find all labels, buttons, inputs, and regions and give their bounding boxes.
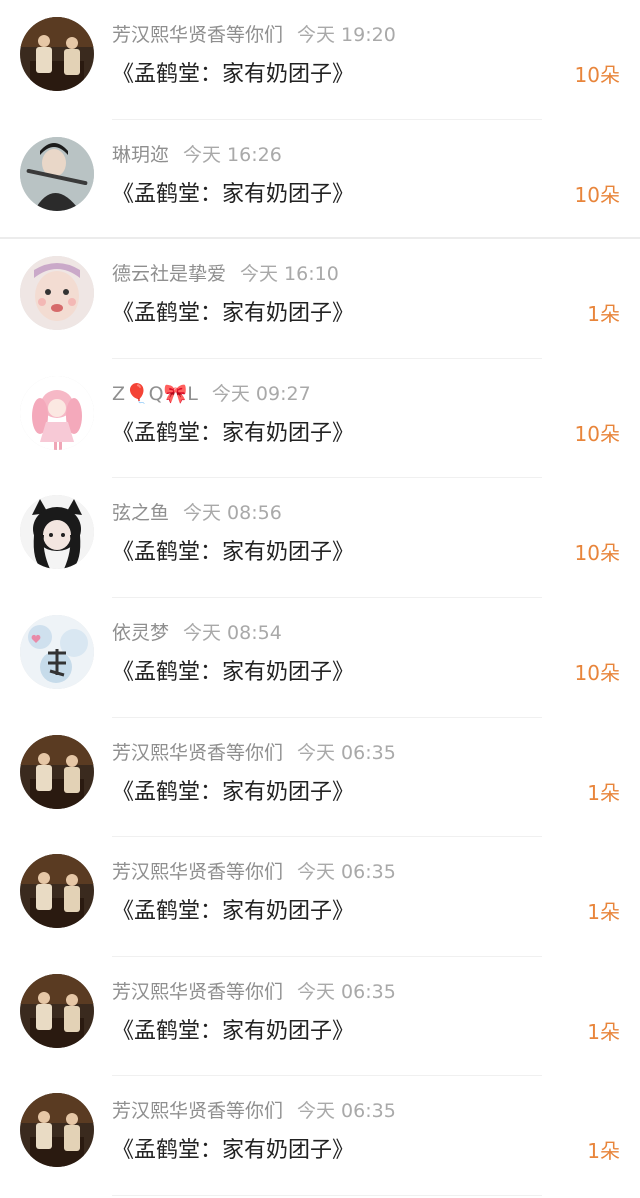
list-item[interactable]: 芳汉熙华贤香等你们 今天 06:35 《孟鹤堂：家有奶团子》 1朵 bbox=[0, 1076, 640, 1196]
avatar-dream-icon[interactable] bbox=[20, 614, 94, 689]
list-item[interactable]: Z🎈Q🎀L 今天 09:27 《孟鹤堂：家有奶团子》 10朵 bbox=[0, 359, 640, 479]
user-name[interactable]: 芳汉熙华贤香等你们 bbox=[112, 1100, 283, 1122]
user-meta: 芳汉熙华贤香等你们 今天 06:35 bbox=[112, 977, 396, 1007]
flower-count: 10朵 bbox=[574, 63, 620, 87]
flower-count: 10朵 bbox=[574, 421, 620, 446]
flower-count: 1朵 bbox=[587, 1019, 620, 1044]
timestamp: 今天 16:10 bbox=[240, 263, 339, 286]
avatar-pink-girl-icon[interactable] bbox=[20, 375, 94, 450]
flower-count: 1朵 bbox=[587, 780, 620, 805]
work-title[interactable]: 《孟鹤堂：家有奶团子》 bbox=[112, 536, 354, 570]
list-item[interactable]: 芳汉熙华贤香等你们 今天 06:35 《孟鹤堂：家有奶团子》 1朵 bbox=[0, 837, 640, 957]
divider bbox=[112, 1194, 542, 1196]
avatar-duo-icon[interactable] bbox=[20, 17, 94, 91]
user-meta: 芳汉熙华贤香等你们 今天 19:20 bbox=[112, 20, 396, 50]
timestamp: 今天 09:27 bbox=[211, 382, 311, 405]
user-meta: 芳汉熙华贤香等你们 今天 06:35 bbox=[112, 857, 396, 887]
list-item[interactable]: 芳汉熙华贤香等你们 今天 06:35 《孟鹤堂：家有奶团子》 1朵 bbox=[0, 718, 640, 838]
work-title[interactable]: 《孟鹤堂：家有奶团子》 bbox=[112, 1134, 354, 1168]
list-item[interactable]: 德云社是挚爱 今天 16:10 《孟鹤堂：家有奶团子》 1朵 bbox=[0, 239, 640, 359]
user-name[interactable]: 芳汉熙华贤香等你们 bbox=[112, 981, 283, 1003]
work-title[interactable]: 《孟鹤堂：家有奶团子》 bbox=[112, 417, 354, 451]
list-item[interactable]: 芳汉熙华贤香等你们 今天 19:20 《孟鹤堂：家有奶团子》 10朵 bbox=[0, 0, 640, 120]
list-item[interactable]: 琳玥迩 今天 16:26 《孟鹤堂：家有奶团子》 10朵 bbox=[0, 120, 640, 240]
flower-count: 10朵 bbox=[574, 660, 620, 685]
timestamp: 今天 06:35 bbox=[297, 1100, 396, 1123]
timestamp: 今天 08:54 bbox=[183, 621, 282, 644]
flower-count: 1朵 bbox=[587, 1139, 620, 1164]
work-title[interactable]: 《孟鹤堂：家有奶团子》 bbox=[112, 297, 354, 331]
user-meta: 依灵梦 今天 08:54 bbox=[112, 618, 282, 648]
avatar-duo-icon[interactable] bbox=[20, 973, 94, 1048]
flower-count: 1朵 bbox=[587, 302, 620, 327]
timestamp: 今天 06:35 bbox=[297, 980, 396, 1003]
user-meta: 弦之鱼 今天 08:56 bbox=[112, 498, 282, 528]
user-meta: 德云社是挚爱 今天 16:10 bbox=[112, 259, 339, 289]
user-name[interactable]: 芳汉熙华贤香等你们 bbox=[112, 861, 283, 883]
user-name[interactable]: 德云社是挚爱 bbox=[112, 263, 226, 285]
user-name[interactable]: 琳玥迩 bbox=[112, 144, 169, 166]
avatar-face-icon[interactable] bbox=[20, 256, 94, 331]
list-item[interactable]: 弦之鱼 今天 08:56 《孟鹤堂：家有奶团子》 10朵 bbox=[0, 478, 640, 598]
work-title[interactable]: 《孟鹤堂：家有奶团子》 bbox=[112, 1015, 354, 1049]
user-name[interactable]: 芳汉熙华贤香等你们 bbox=[112, 742, 283, 764]
flower-count: 10朵 bbox=[574, 182, 620, 207]
work-title[interactable]: 《孟鹤堂：家有奶团子》 bbox=[112, 776, 354, 810]
timestamp: 今天 06:35 bbox=[297, 861, 396, 884]
user-meta: 琳玥迩 今天 16:26 bbox=[112, 140, 282, 170]
timestamp: 今天 16:26 bbox=[183, 143, 282, 166]
list-item[interactable]: 芳汉熙华贤香等你们 今天 06:35 《孟鹤堂：家有奶团子》 1朵 bbox=[0, 957, 640, 1077]
work-title[interactable]: 《孟鹤堂：家有奶团子》 bbox=[112, 58, 354, 92]
user-meta: 芳汉熙华贤香等你们 今天 06:35 bbox=[112, 738, 396, 768]
list-item[interactable]: 依灵梦 今天 08:54 《孟鹤堂：家有奶团子》 10朵 bbox=[0, 598, 640, 718]
gift-record-list: 芳汉熙华贤香等你们 今天 19:20 《孟鹤堂：家有奶团子》 10朵 琳玥迩 今天 … bbox=[0, 0, 640, 1196]
avatar-duo-icon[interactable] bbox=[20, 734, 94, 809]
user-meta: Z🎈Q🎀L 今天 09:27 bbox=[112, 379, 311, 409]
avatar-flute-icon[interactable] bbox=[20, 136, 94, 211]
timestamp: 今天 06:35 bbox=[297, 741, 396, 764]
work-title[interactable]: 《孟鹤堂：家有奶团子》 bbox=[112, 895, 354, 929]
timestamp: 今天 08:56 bbox=[183, 502, 282, 525]
avatar-duo-icon[interactable] bbox=[20, 854, 94, 929]
user-name[interactable]: Z🎈Q🎀L bbox=[112, 383, 198, 405]
work-title[interactable]: 《孟鹤堂：家有奶团子》 bbox=[112, 178, 354, 212]
user-name[interactable]: 芳汉熙华贤香等你们 bbox=[112, 24, 283, 46]
timestamp: 今天 19:20 bbox=[297, 24, 396, 46]
user-name[interactable]: 依灵梦 bbox=[112, 622, 169, 644]
user-name[interactable]: 弦之鱼 bbox=[112, 502, 169, 524]
work-title[interactable]: 《孟鹤堂：家有奶团子》 bbox=[112, 656, 354, 690]
flower-count: 10朵 bbox=[574, 541, 620, 566]
avatar-duo-icon[interactable] bbox=[20, 1093, 94, 1168]
avatar-cat-girl-icon[interactable] bbox=[20, 495, 94, 570]
user-meta: 芳汉熙华贤香等你们 今天 06:35 bbox=[112, 1096, 396, 1126]
flower-count: 1朵 bbox=[587, 900, 620, 925]
